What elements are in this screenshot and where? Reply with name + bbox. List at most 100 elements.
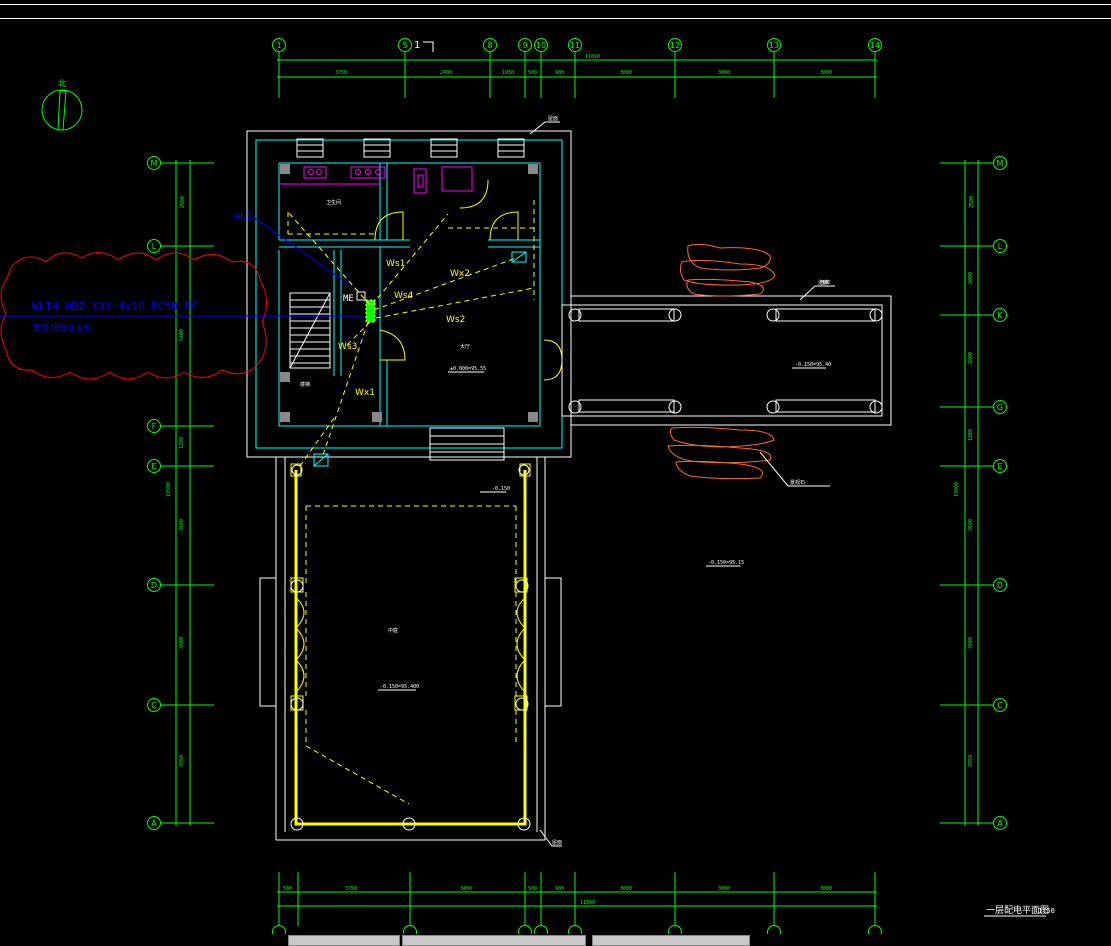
room-label-toilet: 卫生间 xyxy=(326,199,341,206)
lower-hall-yellow-frame xyxy=(294,470,527,826)
svg-text:±0.000=95.55: ±0.000=95.55 xyxy=(450,366,486,372)
svg-text:M: M xyxy=(151,159,158,168)
axis-bubble-right-G: G xyxy=(993,400,1007,414)
svg-text:3600: 3600 xyxy=(968,637,974,649)
sanitary-fixtures xyxy=(303,166,473,194)
svg-text:-0.150=95.15: -0.150=95.15 xyxy=(708,560,744,566)
switch-symbols xyxy=(313,251,527,467)
lower-hall-columns xyxy=(290,463,531,711)
sheet-title: 一层配电平面图 1:50 xyxy=(984,904,1055,917)
top-windows xyxy=(296,138,525,158)
axis-bubble-top-1: 1 xyxy=(272,38,286,52)
top-dimension-lines xyxy=(277,52,877,98)
svg-text:3000: 3000 xyxy=(620,886,632,892)
svg-text:A: A xyxy=(151,819,157,828)
circuit-label-ws1: Ws1 xyxy=(386,259,405,269)
svg-text:-0.150=95.40: -0.150=95.40 xyxy=(795,362,831,368)
svg-text:2500: 2500 xyxy=(969,196,975,208)
entry-steps xyxy=(429,427,505,461)
axis-bubble-left-E: E xyxy=(147,459,161,473)
svg-text:500: 500 xyxy=(283,886,292,892)
svg-text:5400: 5400 xyxy=(179,329,185,341)
elevation-labels: ±0.000=95.55 -0.150=95.40 -0.150=95.400 … xyxy=(378,362,831,691)
axis-bubble-right-E: E xyxy=(993,459,1007,473)
svg-text:连廊: 连廊 xyxy=(818,279,828,286)
cable-label-line1: WLI4 WDZ-YJY-4x16 PC50 FC xyxy=(32,300,198,313)
panel-tag: ME xyxy=(343,294,354,304)
svg-text:12: 12 xyxy=(670,41,680,50)
axis-bubbles-left: M L F E D C A xyxy=(147,156,161,830)
corridor-walls xyxy=(561,295,892,426)
lower-hall-door-arcs xyxy=(295,597,526,693)
svg-text:1200: 1200 xyxy=(179,437,185,449)
svg-text:14: 14 xyxy=(870,41,880,50)
svg-text:A: A xyxy=(997,819,1003,828)
svg-text:3000: 3000 xyxy=(620,70,632,76)
axis-bubble-top-5: 5 xyxy=(398,38,412,52)
svg-text:屋面: 屋面 xyxy=(548,116,558,122)
circuit-label-ws4: Ws4 xyxy=(394,291,414,301)
cable-label-line2: 室外埋地0.8米 xyxy=(32,322,91,334)
callout-labels: 屋面 连廊 景观石 屋面 xyxy=(548,116,828,846)
svg-text:19900: 19900 xyxy=(954,482,960,497)
circuit-labels: Ws1 Wx2 Ws4 Ws2 Ws3 Wx1 xyxy=(338,259,470,398)
axis-bubble-left-D: D xyxy=(147,578,161,592)
sheet-scale: 1:50 xyxy=(1038,907,1055,915)
svg-text:900: 900 xyxy=(555,70,564,76)
al-tag: AL1 xyxy=(234,211,252,222)
svg-text:900: 900 xyxy=(555,886,564,892)
svg-text:3550: 3550 xyxy=(968,755,974,767)
svg-text:11: 11 xyxy=(570,41,580,50)
svg-text:景观石: 景观石 xyxy=(790,479,805,486)
axis-bubble-left-F: F xyxy=(147,419,161,433)
svg-text:2400: 2400 xyxy=(440,70,452,76)
north-label: 北 xyxy=(58,79,66,88)
svg-text:L: L xyxy=(152,242,157,251)
svg-text:3000: 3000 xyxy=(718,886,730,892)
axis-bubble-left-C: C xyxy=(147,698,161,712)
taskbar xyxy=(0,934,1111,946)
task-item-3[interactable] xyxy=(592,935,750,946)
room-label-stair: 楼梯 xyxy=(300,381,310,388)
svg-text:5: 5 xyxy=(402,41,407,50)
svg-text:M: M xyxy=(997,159,1004,168)
svg-text:500: 500 xyxy=(528,886,537,892)
distribution-panel: ME xyxy=(343,291,376,323)
room-label-main-hall: 中庭 xyxy=(388,627,398,634)
svg-text:3750: 3750 xyxy=(345,886,357,892)
axis-bubble-right-A: A xyxy=(993,816,1007,830)
svg-text:2800: 2800 xyxy=(968,352,974,364)
svg-text:3550: 3550 xyxy=(179,755,185,767)
axis-bubble-right-K: K xyxy=(993,308,1007,322)
svg-text:3600: 3600 xyxy=(179,637,185,649)
svg-text:2500: 2500 xyxy=(180,196,186,208)
svg-text:8: 8 xyxy=(487,41,492,50)
axis-bubble-top-10: 10 xyxy=(534,38,548,52)
task-item-1[interactable] xyxy=(288,935,400,946)
axis-bubble-left-A: A xyxy=(147,816,161,830)
task-item-2[interactable] xyxy=(402,935,586,946)
landscape-stones xyxy=(667,243,776,480)
svg-text:1800: 1800 xyxy=(968,429,974,441)
axis-bubble-top-12: 12 xyxy=(668,38,682,52)
svg-text:3600: 3600 xyxy=(968,519,974,531)
svg-text:19900: 19900 xyxy=(166,482,172,497)
cad-drawing-canvas[interactable]: 北 3750 2400 1050 500 900 3000 3000 3000 1189… xyxy=(0,0,1111,944)
svg-text:-0.150=95.400: -0.150=95.400 xyxy=(380,684,419,690)
svg-text:11890: 11890 xyxy=(585,54,600,60)
svg-text:F: F xyxy=(152,422,157,431)
svg-text:屋面: 屋面 xyxy=(552,840,562,846)
lower-hall-dashed-wires xyxy=(299,417,517,805)
svg-text:3750: 3750 xyxy=(335,70,347,76)
axis-bubble-right-C: C xyxy=(993,698,1007,712)
svg-text:2000: 2000 xyxy=(968,272,974,284)
svg-text:D: D xyxy=(151,581,157,590)
svg-text:3000: 3000 xyxy=(718,70,730,76)
axis-bubble-left-M: M xyxy=(147,156,161,170)
svg-text:L: L xyxy=(998,242,1003,251)
lower-hall-lights xyxy=(290,464,531,831)
axis-bubble-top-9: 9 xyxy=(518,38,532,52)
svg-text:E: E xyxy=(997,462,1002,471)
axis-bubbles-right: M L K G E D C A xyxy=(993,156,1007,830)
svg-text:3000: 3000 xyxy=(820,70,832,76)
